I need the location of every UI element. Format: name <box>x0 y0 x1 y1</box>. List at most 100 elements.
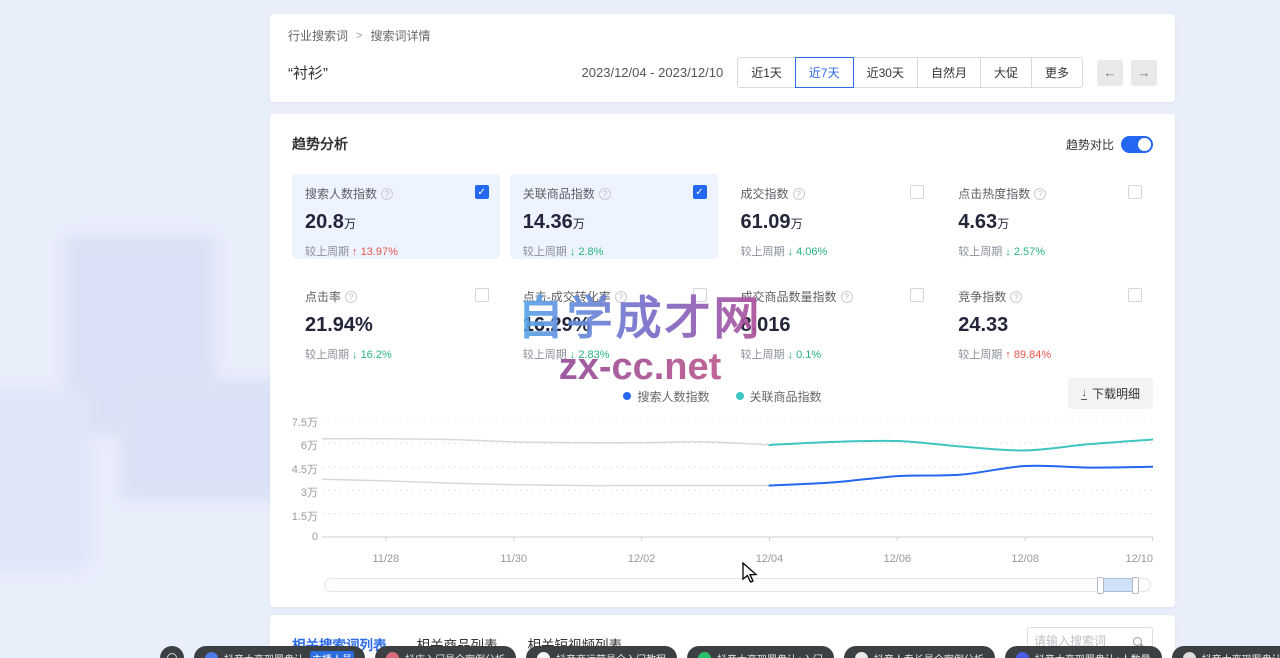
delta-value: ↓ 16.2% <box>352 349 392 361</box>
delta-prefix: 较上周期 <box>741 246 785 258</box>
chart-datazoom-slider[interactable] <box>322 577 1153 593</box>
chart-x-axis: 11/28 11/30 12/02 12/04 12/06 12/08 12/1… <box>322 551 1153 569</box>
metric-checkbox[interactable] <box>1128 288 1142 302</box>
metric-card-related-product-index[interactable]: 关联商品指数? 14.36万 较上周期↓ 2.8% <box>510 174 718 259</box>
delta-prefix: 较上周期 <box>958 246 1002 258</box>
metric-checkbox[interactable] <box>475 288 489 302</box>
metric-label: 点击热度指数 <box>958 185 1030 202</box>
range-button-1d[interactable]: 近1天 <box>737 57 796 88</box>
taskbar-item[interactable]: 抖音人专长最全案例分析 <box>844 646 995 658</box>
breadcrumb-parent[interactable]: 行业搜索词 <box>288 27 348 44</box>
chart-plot-area[interactable] <box>322 420 1153 544</box>
metric-checkbox[interactable] <box>693 288 707 302</box>
delta-value: ↓ 4.06% <box>788 246 828 258</box>
range-button-30d[interactable]: 近30天 <box>853 57 918 88</box>
next-period-button[interactable]: → <box>1131 60 1157 86</box>
download-details-button[interactable]: ↓ 下载明细 <box>1068 378 1153 409</box>
breadcrumb-current: 搜索词详情 <box>370 27 430 44</box>
range-button-more[interactable]: 更多 <box>1031 57 1083 88</box>
help-icon[interactable]: ? <box>345 291 357 303</box>
app-icon <box>205 652 218 658</box>
section-title: 趋势分析 <box>292 134 348 154</box>
metric-label: 成交商品数量指数 <box>741 288 837 305</box>
help-icon[interactable]: ? <box>1010 291 1022 303</box>
content-column: 行业搜索词 > 搜索词详情 “衬衫” 2023/12/04 - 2023/12/… <box>270 14 1175 658</box>
metric-checkbox[interactable] <box>910 185 924 199</box>
x-tick: 12/10 <box>1125 553 1153 565</box>
taskbar-item[interactable]: 抖音大变现罗盘认+人数量 <box>1005 646 1162 658</box>
background-blur-shape <box>0 390 90 570</box>
y-tick: 7.5万 <box>292 414 318 430</box>
metric-checkbox[interactable] <box>1128 185 1142 199</box>
trend-compare-toggle[interactable] <box>1121 136 1153 153</box>
metric-value: 24.33 <box>958 314 1008 336</box>
metric-value: 16.29% <box>523 314 591 336</box>
metric-card-transaction-product-count[interactable]: 成交商品数量指数? 8,016 较上周期↓ 0.1% <box>728 277 936 362</box>
help-icon[interactable]: ? <box>793 188 805 200</box>
delta-value: ↑ 89.84% <box>1005 349 1051 361</box>
delta-prefix: 较上周期 <box>305 246 349 258</box>
delta-arrow-icon: ↓ <box>788 246 794 258</box>
taskbar-item[interactable]: 抖音大变现罗盘认主播人员 <box>194 646 365 658</box>
range-button-7d[interactable]: 近7天 <box>795 57 854 88</box>
app-icon <box>855 652 868 658</box>
metric-checkbox[interactable] <box>693 185 707 199</box>
datazoom-grip-right[interactable] <box>1132 577 1139 594</box>
delta-value: ↓ 2.83% <box>570 349 610 361</box>
help-icon[interactable]: ? <box>1034 188 1046 200</box>
metric-card-transaction-index[interactable]: 成交指数? 61.09万 较上周期↓ 4.06% <box>728 174 936 259</box>
metric-card-click-conversion-rate[interactable]: 点击-成交转化率? 16.29% 较上周期↓ 2.83% <box>510 277 718 362</box>
delta-value: ↓ 2.8% <box>570 246 604 258</box>
x-tick: 12/08 <box>1011 553 1039 565</box>
delta-arrow-icon: ↓ <box>570 349 576 361</box>
datazoom-handle[interactable] <box>1101 578 1135 592</box>
datazoom-grip-left[interactable] <box>1097 577 1104 594</box>
app-icon <box>386 652 399 658</box>
app-icon <box>537 652 550 658</box>
metric-value: 21.94% <box>305 314 373 336</box>
taskbar-item[interactable]: 抖音商运营最全入门教程 <box>526 646 677 658</box>
help-icon[interactable]: ? <box>599 188 611 200</box>
header-card: 行业搜索词 > 搜索词详情 “衬衫” 2023/12/04 - 2023/12/… <box>270 14 1175 102</box>
delta-arrow-icon: ↓ <box>1005 246 1011 258</box>
help-icon[interactable]: ? <box>841 291 853 303</box>
taskbar-item[interactable]: 抖音大变现罗盘认+入门 <box>687 646 834 658</box>
date-range-button-group: 近1天 近7天 近30天 自然月 大促 更多 <box>737 57 1083 88</box>
y-tick: 6万 <box>301 437 318 453</box>
metric-unit: 万 <box>344 217 356 231</box>
delta-value: ↓ 0.1% <box>788 349 822 361</box>
range-button-month[interactable]: 自然月 <box>917 57 981 88</box>
delta-arrow-icon: ↑ <box>352 246 358 258</box>
legend-label: 搜索人数指数 <box>637 388 709 405</box>
taskbar-item[interactable]: 抖音大变现罗盘认+大全 <box>1172 646 1280 658</box>
range-button-promo[interactable]: 大促 <box>980 57 1032 88</box>
metric-cards-grid: 搜索人数指数? 20.8万 较上周期↑ 13.97% 关联商品指数? 14.36… <box>292 174 1153 362</box>
page-title-keyword: “衬衫” <box>288 62 328 83</box>
x-tick: 11/30 <box>500 553 527 565</box>
search-icon[interactable] <box>1133 637 1142 646</box>
help-icon[interactable]: ? <box>381 188 393 200</box>
taskbar: 抖音大变现罗盘认主播人员 抖店入门最全案例分析 抖音商运营最全入门教程 抖音大变… <box>160 646 1280 658</box>
x-tick: 11/28 <box>373 553 400 565</box>
help-icon[interactable]: ? <box>615 291 627 303</box>
metric-checkbox[interactable] <box>475 185 489 199</box>
metric-checkbox[interactable] <box>910 288 924 302</box>
delta-prefix: 较上周期 <box>523 246 567 258</box>
app-icon <box>698 652 711 658</box>
delta-prefix: 较上周期 <box>958 349 1002 361</box>
metric-card-click-rate[interactable]: 点击率? 21.94% 较上周期↓ 16.2% <box>292 277 500 362</box>
taskbar-record-icon[interactable] <box>160 646 184 658</box>
metric-value: 14.36 <box>523 211 573 233</box>
metric-label: 点击-成交转化率 <box>523 288 611 305</box>
toggle-knob <box>1138 138 1151 151</box>
delta-arrow-icon: ↓ <box>788 349 794 361</box>
datazoom-track[interactable] <box>324 578 1151 592</box>
delta-prefix: 较上周期 <box>523 349 567 361</box>
metric-card-click-heat-index[interactable]: 点击热度指数? 4.63万 较上周期↓ 2.57% <box>945 174 1153 259</box>
y-tick: 1.5万 <box>292 508 318 524</box>
taskbar-item[interactable]: 抖店入门最全案例分析 <box>375 646 516 658</box>
y-tick: 0 <box>312 531 318 543</box>
metric-card-competition-index[interactable]: 竞争指数? 24.33 较上周期↑ 89.84% <box>945 277 1153 362</box>
metric-card-search-index[interactable]: 搜索人数指数? 20.8万 较上周期↑ 13.97% <box>292 174 500 259</box>
prev-period-button[interactable]: ← <box>1097 60 1123 86</box>
